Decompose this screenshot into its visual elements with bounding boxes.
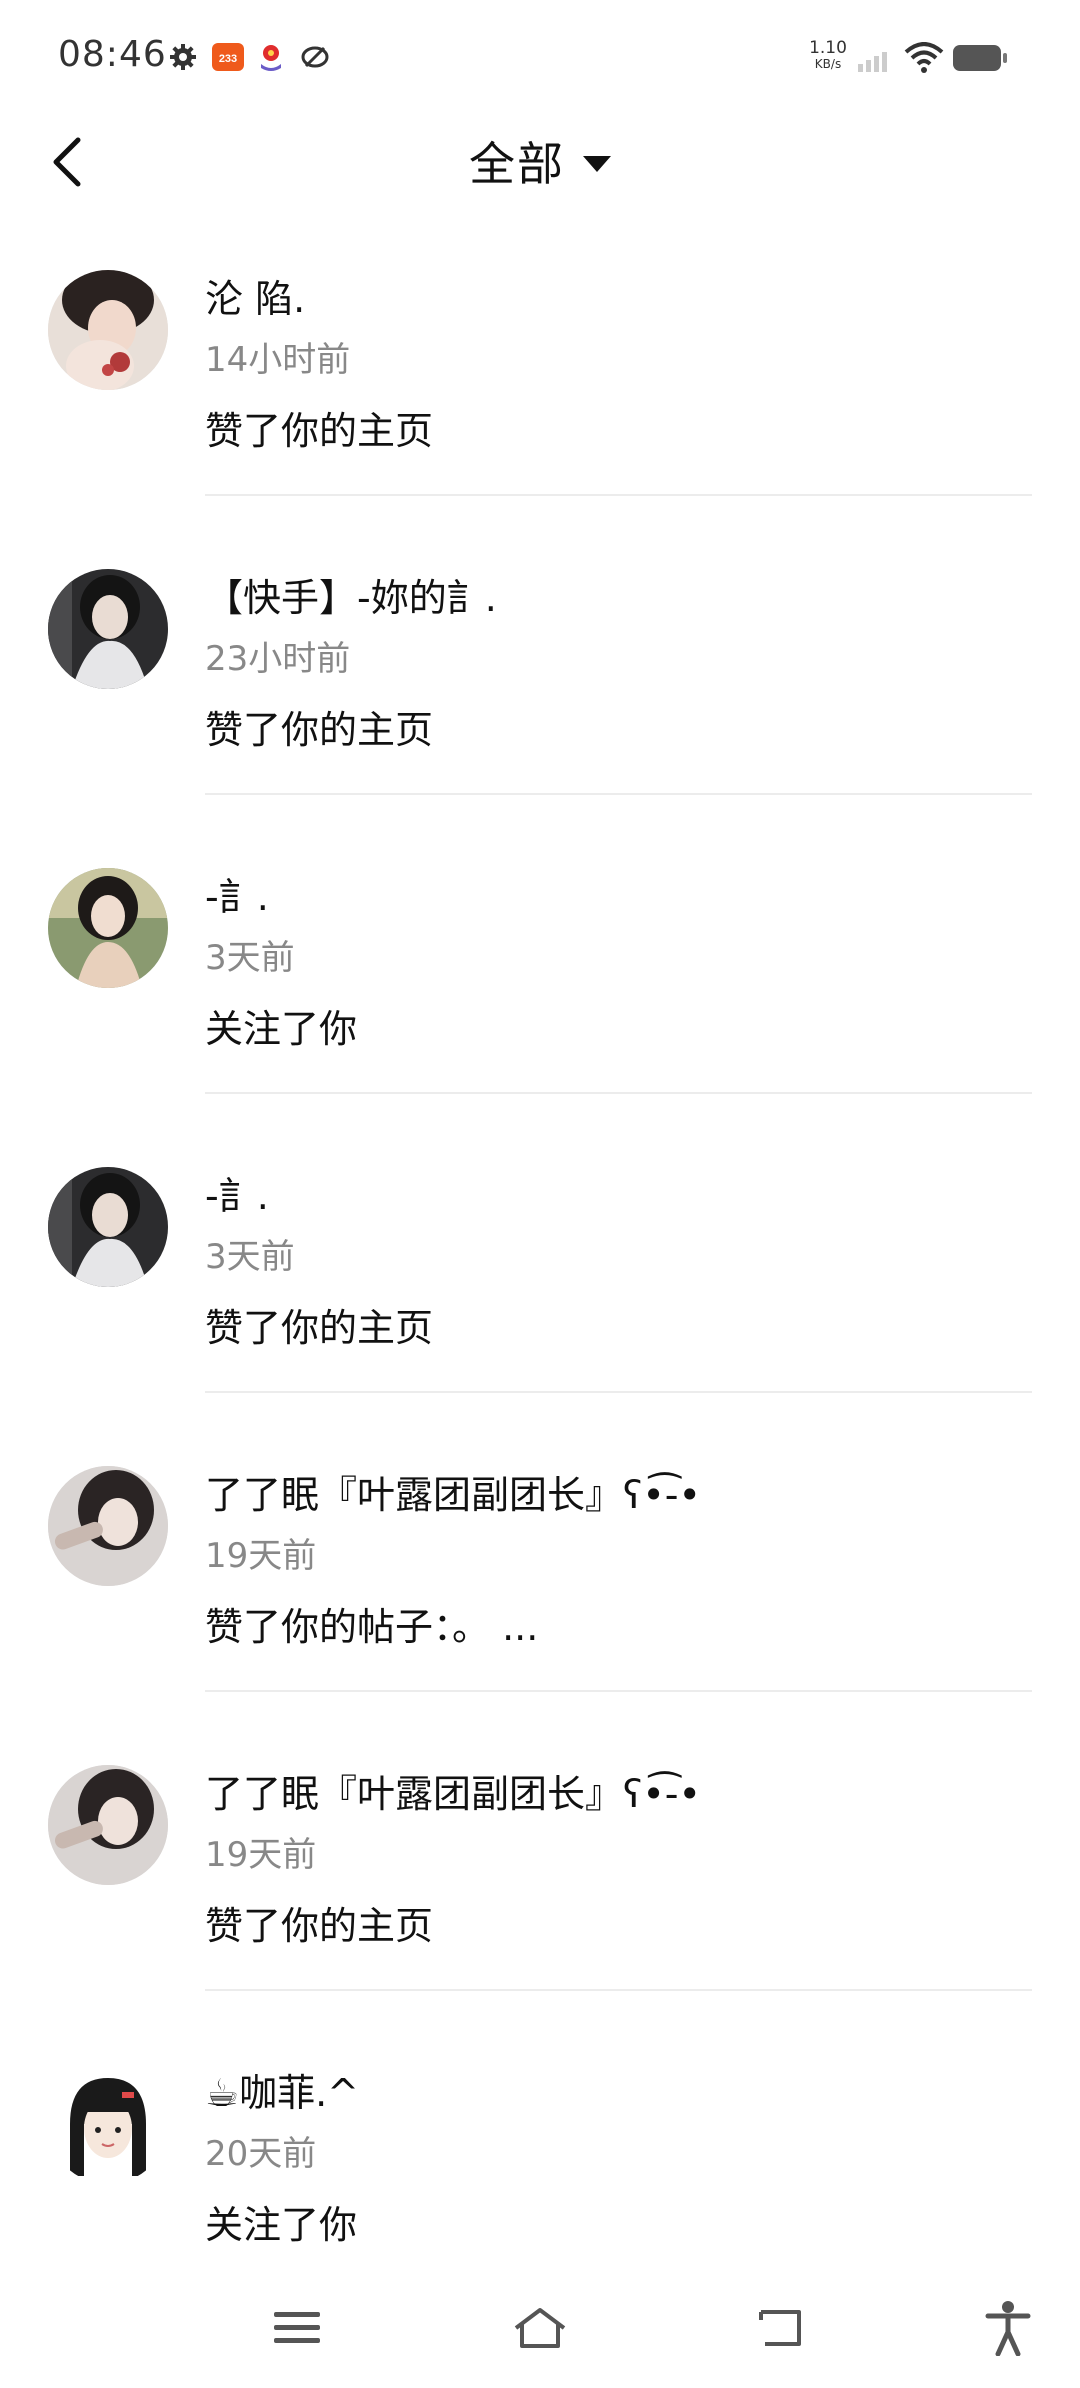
divider xyxy=(205,1690,1032,1692)
user-name: -訁. xyxy=(205,875,269,919)
user-name: 了了眠『叶露团副团长』ʕ•͡-• xyxy=(205,1473,701,1517)
divider xyxy=(205,1092,1032,1094)
notification-item[interactable]: -訁. 3天前 赞了你的主页 xyxy=(0,1157,1080,1456)
avatar[interactable] xyxy=(48,2064,168,2184)
action-text: 赞了你的主页 xyxy=(205,409,434,453)
notification-item[interactable]: 沦 陷. 14小时前 赞了你的主页 xyxy=(0,260,1080,559)
system-nav-bar xyxy=(0,2268,1080,2388)
net-speed-unit: KB/s xyxy=(814,57,842,71)
filter-dropdown[interactable]: 全部 xyxy=(469,128,611,194)
net-speed-value: 1.10 xyxy=(809,38,847,58)
app-233-icon: 233 xyxy=(212,42,244,72)
time-ago: 19天前 xyxy=(205,1835,317,1875)
page-title: 全部 xyxy=(469,137,565,191)
wifi-icon xyxy=(904,42,944,74)
user-name: 了了眠『叶露团副团长』ʕ•͡-• xyxy=(205,1772,701,1816)
divider xyxy=(205,1989,1032,1991)
battery-icon xyxy=(952,44,1008,72)
user-name: 【快手】-妳的訁. xyxy=(205,576,497,620)
avatar[interactable] xyxy=(48,868,168,988)
home-button[interactable] xyxy=(500,2288,580,2368)
back-icon xyxy=(759,2310,801,2346)
action-text: 赞了你的主页 xyxy=(205,1306,434,1350)
net-speed: 1.10 KB/s xyxy=(806,40,850,72)
action-text: 关注了你 xyxy=(205,2203,358,2247)
divider xyxy=(205,793,1032,795)
notification-item[interactable]: -訁. 3天前 关注了你 xyxy=(0,858,1080,1157)
app-badge-icon xyxy=(256,42,286,72)
status-time: 08:46 xyxy=(58,34,167,75)
accessibility-button[interactable] xyxy=(968,2288,1048,2368)
avatar[interactable] xyxy=(48,1765,168,1885)
header: 全部 xyxy=(0,128,1080,198)
time-ago: 3天前 xyxy=(205,1237,295,1277)
gear-icon xyxy=(168,42,198,72)
back-nav-button[interactable] xyxy=(740,2288,820,2368)
svg-text:233: 233 xyxy=(219,53,237,65)
notification-item[interactable]: 了了眠『叶露团副团长』ʕ•͡-• 19天前 赞了你的帖子：。 ... xyxy=(0,1456,1080,1755)
link-icon xyxy=(300,42,330,72)
menu-button[interactable] xyxy=(257,2288,337,2368)
avatar[interactable] xyxy=(48,569,168,689)
divider xyxy=(205,494,1032,496)
time-ago: 23小时前 xyxy=(205,639,351,679)
avatar[interactable] xyxy=(48,1167,168,1287)
user-name: 沦 陷. xyxy=(205,277,306,321)
user-name: -訁. xyxy=(205,1174,269,1218)
action-text: 赞了你的主页 xyxy=(205,1904,434,1948)
action-text: 赞了你的帖子：。 ... xyxy=(205,1605,539,1649)
time-ago: 19天前 xyxy=(205,1536,317,1576)
time-ago: 20天前 xyxy=(205,2134,317,2174)
time-ago: 14小时前 xyxy=(205,340,351,380)
accessibility-icon xyxy=(985,2301,1031,2356)
menu-icon xyxy=(274,2312,320,2343)
time-ago: 3天前 xyxy=(205,938,295,978)
status-bar: 08:46 233 1.10 KB/s xyxy=(0,0,1080,120)
home-icon xyxy=(514,2308,566,2348)
caret-down-icon xyxy=(583,156,611,172)
avatar[interactable] xyxy=(48,1466,168,1586)
notification-item[interactable]: 了了眠『叶露团副团长』ʕ•͡-• 19天前 赞了你的主页 xyxy=(0,1755,1080,2054)
notification-item[interactable]: 【快手】-妳的訁. 23小时前 赞了你的主页 xyxy=(0,559,1080,858)
avatar[interactable] xyxy=(48,270,168,390)
divider xyxy=(205,1391,1032,1393)
action-text: 关注了你 xyxy=(205,1007,358,1051)
signal-icon xyxy=(858,48,894,72)
action-text: 赞了你的主页 xyxy=(205,708,434,752)
user-name: ☕咖菲.^ xyxy=(205,2071,359,2115)
